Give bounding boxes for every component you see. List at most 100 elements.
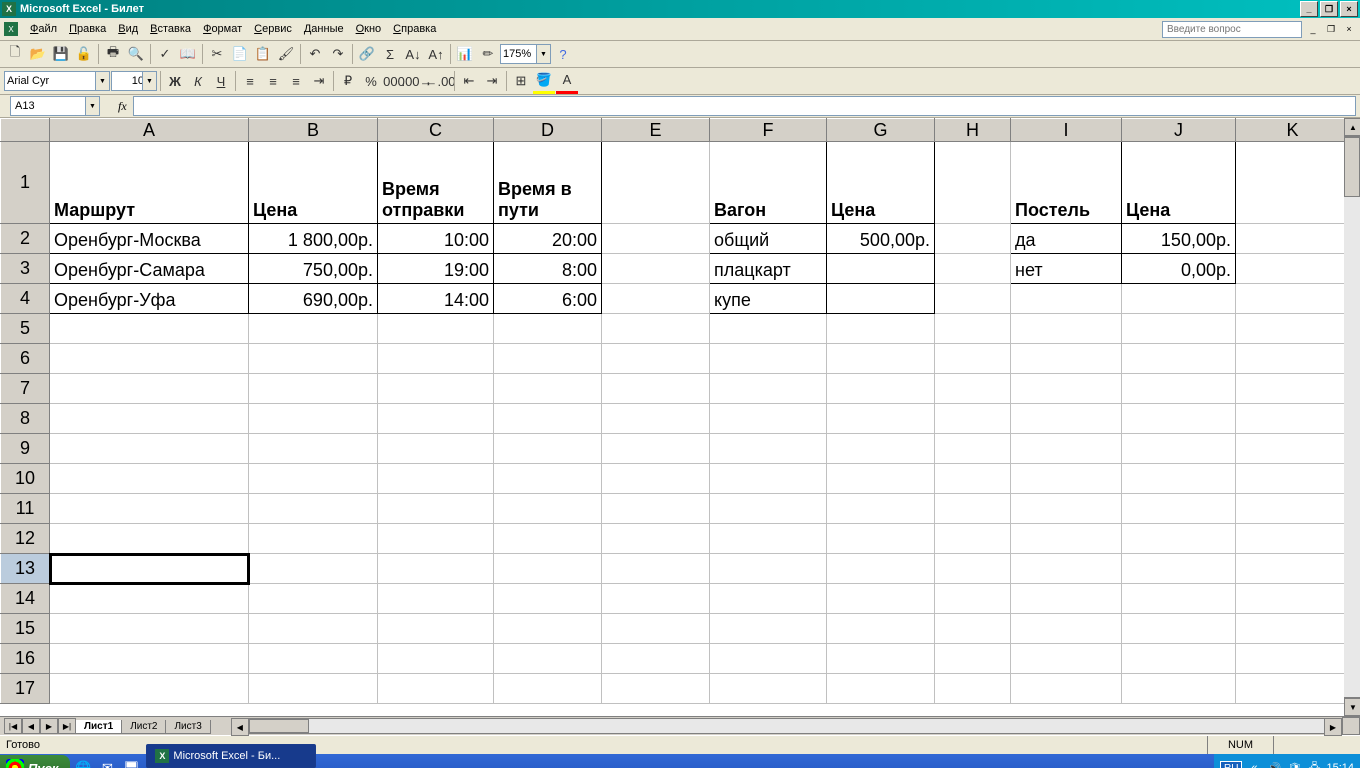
cell-H9[interactable] (935, 434, 1011, 464)
print-icon[interactable]: 🖶 (102, 43, 124, 65)
cell-A9[interactable] (50, 434, 249, 464)
cell-G6[interactable] (827, 344, 935, 374)
cell-B12[interactable] (249, 524, 378, 554)
cell-B10[interactable] (249, 464, 378, 494)
row-header-7[interactable]: 7 (1, 374, 50, 404)
route-name-2[interactable]: Оренбург-Самара (50, 254, 249, 284)
cell-H1[interactable] (935, 142, 1011, 224)
menu-справка[interactable]: Справка (387, 21, 442, 37)
col-header-E[interactable]: E (602, 119, 710, 142)
cell-H12[interactable] (935, 524, 1011, 554)
col-header-C[interactable]: C (378, 119, 494, 142)
menu-сервис[interactable]: Сервис (248, 21, 298, 37)
col-header-G[interactable]: G (827, 119, 935, 142)
menu-данные[interactable]: Данные (298, 21, 350, 37)
cell-C14[interactable] (378, 584, 494, 614)
cell-J9[interactable] (1122, 434, 1236, 464)
sheet-tab-3[interactable]: Лист3 (165, 720, 210, 734)
cell-C10[interactable] (378, 464, 494, 494)
cell-H4[interactable] (935, 284, 1011, 314)
route-dep-1[interactable]: 10:00 (378, 224, 494, 254)
tab-nav-last[interactable]: ▶| (58, 718, 76, 734)
doc-minimize-button[interactable]: _ (1306, 23, 1320, 35)
menu-файл[interactable]: Файл (24, 21, 63, 37)
col-header-D[interactable]: D (494, 119, 602, 142)
row-header-1[interactable]: 1 (1, 142, 50, 224)
cell-I17[interactable] (1011, 674, 1122, 704)
wagon-type-2[interactable]: плацкарт (710, 254, 827, 284)
col-header-K[interactable]: K (1236, 119, 1350, 142)
cell-H2[interactable] (935, 224, 1011, 254)
cell-E4[interactable] (602, 284, 710, 314)
cell-C15[interactable] (378, 614, 494, 644)
font-color-icon[interactable]: A (556, 69, 578, 94)
cell-J8[interactable] (1122, 404, 1236, 434)
cell-E11[interactable] (602, 494, 710, 524)
cell-D6[interactable] (494, 344, 602, 374)
cell-C9[interactable] (378, 434, 494, 464)
header-B1[interactable]: Цена (249, 142, 378, 224)
wagon-price-2[interactable] (827, 254, 935, 284)
row-header-12[interactable]: 12 (1, 524, 50, 554)
currency-icon[interactable]: ₽ (337, 70, 359, 92)
col-header-F[interactable]: F (710, 119, 827, 142)
new-icon[interactable]: 🗋 (4, 43, 26, 65)
bed-opt-1[interactable]: да (1011, 224, 1122, 254)
cell-H10[interactable] (935, 464, 1011, 494)
cell-A16[interactable] (50, 644, 249, 674)
cell-A7[interactable] (50, 374, 249, 404)
cell-J10[interactable] (1122, 464, 1236, 494)
cell-K4[interactable] (1236, 284, 1350, 314)
cell-B11[interactable] (249, 494, 378, 524)
undo-icon[interactable]: ↶ (304, 43, 326, 65)
row-header-15[interactable]: 15 (1, 614, 50, 644)
start-button[interactable]: Пуск (0, 755, 70, 768)
cell-J5[interactable] (1122, 314, 1236, 344)
cell-E14[interactable] (602, 584, 710, 614)
menu-вид[interactable]: Вид (112, 21, 144, 37)
cell-I14[interactable] (1011, 584, 1122, 614)
save-icon[interactable]: 💾 (50, 43, 72, 65)
menu-вставка[interactable]: Вставка (144, 21, 197, 37)
route-price-3[interactable]: 690,00р. (249, 284, 378, 314)
route-price-2[interactable]: 750,00р. (249, 254, 378, 284)
cell-K5[interactable] (1236, 314, 1350, 344)
col-header-J[interactable]: J (1122, 119, 1236, 142)
cell-F17[interactable] (710, 674, 827, 704)
cell-G17[interactable] (827, 674, 935, 704)
cell-H5[interactable] (935, 314, 1011, 344)
cell-D11[interactable] (494, 494, 602, 524)
cell-C8[interactable] (378, 404, 494, 434)
cell-A8[interactable] (50, 404, 249, 434)
borders-icon[interactable]: ⊞ (510, 70, 532, 92)
cell-K9[interactable] (1236, 434, 1350, 464)
row-header-10[interactable]: 10 (1, 464, 50, 494)
cell-K8[interactable] (1236, 404, 1350, 434)
cell-A5[interactable] (50, 314, 249, 344)
header-I1[interactable]: Постель (1011, 142, 1122, 224)
autosum-icon[interactable]: Σ (379, 43, 401, 65)
cell-E2[interactable] (602, 224, 710, 254)
cell-C5[interactable] (378, 314, 494, 344)
cell-K1[interactable] (1236, 142, 1350, 224)
route-dur-2[interactable]: 8:00 (494, 254, 602, 284)
row-header-4[interactable]: 4 (1, 284, 50, 314)
vertical-scrollbar[interactable]: ▲ ▼ (1344, 118, 1360, 716)
quick-launch-desktop-icon[interactable]: 🖥 (120, 757, 142, 768)
cell-H8[interactable] (935, 404, 1011, 434)
cell-D13[interactable] (494, 554, 602, 584)
cell-G14[interactable] (827, 584, 935, 614)
cell-K7[interactable] (1236, 374, 1350, 404)
permission-icon[interactable]: 🔓 (73, 43, 95, 65)
cell-G15[interactable] (827, 614, 935, 644)
cell-E1[interactable] (602, 142, 710, 224)
cell-E8[interactable] (602, 404, 710, 434)
cell-E9[interactable] (602, 434, 710, 464)
cell-H16[interactable] (935, 644, 1011, 674)
col-header-H[interactable]: H (935, 119, 1011, 142)
cell-H3[interactable] (935, 254, 1011, 284)
cell-C6[interactable] (378, 344, 494, 374)
header-F1[interactable]: Вагон (710, 142, 827, 224)
horizontal-scrollbar[interactable]: ◀ ▶ (231, 718, 1342, 734)
row-header-2[interactable]: 2 (1, 224, 50, 254)
